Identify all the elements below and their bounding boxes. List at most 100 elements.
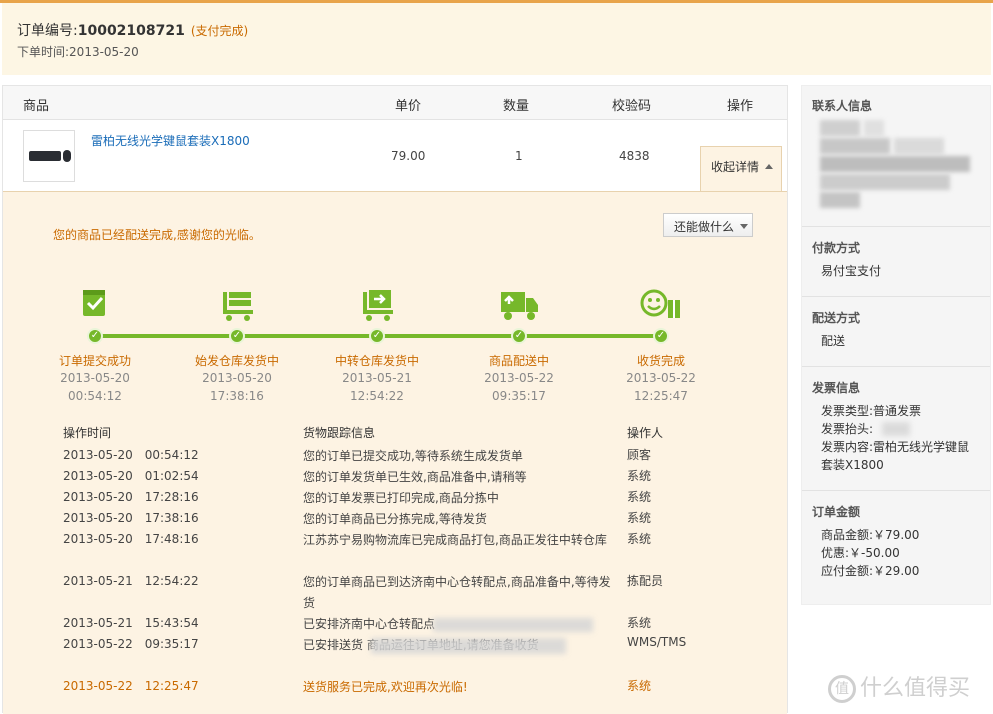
- table-header: 商品 单价 数量 校验码 操作: [3, 86, 787, 120]
- step-order-submitted: ✓ 订单提交成功 2013-05-20 00:54:12: [35, 288, 155, 403]
- sidebar-divider: [802, 226, 990, 227]
- step-date: 2013-05-20: [202, 371, 272, 385]
- log-time: 2013-05-21 12:54:22: [63, 574, 199, 588]
- log-operator: WMS/TMS: [627, 635, 687, 649]
- step-label: 订单提交成功: [58, 354, 131, 368]
- product-row: 雷柏无线光学键鼠套装X1800 79.00 1 4838 收起详情: [3, 121, 787, 192]
- invoice-title: 发票信息: [812, 381, 861, 395]
- redacted-blur: [882, 422, 910, 436]
- order-number-value: 10002108721: [77, 23, 185, 39]
- step-received: ✓ 收货完成 2013-05-22 12:25:47: [601, 288, 721, 403]
- payment-title: 付款方式: [812, 241, 861, 255]
- product-code: 4838: [619, 149, 650, 163]
- redacted-blur: [371, 638, 566, 654]
- delivery-value: 配送: [821, 334, 846, 348]
- step-origin-warehouse: ✓ 始发仓库发货中 2013-05-20 17:38:16: [177, 288, 297, 403]
- step-date: 2013-05-21: [342, 371, 412, 385]
- delivery-title: 配送方式: [812, 311, 861, 325]
- transfer-cart-icon: [355, 288, 399, 322]
- header-product: 商品: [23, 99, 50, 114]
- redacted-blur: [433, 618, 593, 632]
- order-time-value: 2013-05-20: [69, 45, 139, 59]
- log-operator: 系统: [627, 616, 652, 630]
- product-qty: 1: [515, 149, 523, 163]
- log-time: 2013-05-20 17:38:16: [63, 511, 199, 525]
- more-actions-dropdown[interactable]: 还能做什么: [663, 213, 753, 237]
- log-operator: 拣配员: [627, 574, 664, 588]
- caret-up-icon: [765, 164, 774, 169]
- step-time: 12:25:47: [634, 389, 688, 403]
- step-transfer-warehouse: ✓ 中转仓库发货中 2013-05-21 12:54:22: [317, 288, 437, 403]
- header-price: 单价: [395, 99, 422, 114]
- log-time: 2013-05-22 09:35:17: [63, 637, 199, 651]
- payment-value: 易付宝支付: [821, 264, 882, 278]
- log-info: 送货服务已完成,欢迎再次光临!: [303, 680, 468, 694]
- product-price: 79.00: [391, 149, 426, 163]
- keyboard-image: [29, 151, 61, 161]
- amount-title: 订单金额: [812, 505, 861, 519]
- truck-icon: [497, 288, 541, 322]
- sidebar-divider: [802, 490, 990, 491]
- log-time: 2013-05-20 17:28:16: [63, 490, 199, 504]
- order-number-label: 订单编号:: [17, 23, 78, 39]
- log-operator: 系统: [627, 679, 652, 693]
- product-thumbnail[interactable]: [23, 130, 75, 182]
- step-label: 中转仓库发货中: [334, 354, 419, 368]
- log-time: 2013-05-20 17:48:16: [63, 532, 199, 546]
- invoice-head: 发票抬头:: [821, 422, 874, 436]
- contact-title: 联系人信息: [812, 99, 873, 113]
- step-time: 17:38:16: [210, 389, 264, 403]
- sidebar-divider: [802, 366, 990, 367]
- step-date: 2013-05-20: [60, 371, 130, 385]
- order-status: (支付完成): [190, 24, 249, 38]
- header-code: 校验码: [612, 99, 652, 114]
- log-operator: 系统: [627, 532, 652, 546]
- check-icon: ✓: [653, 328, 669, 344]
- step-time: 12:54:22: [350, 389, 404, 403]
- log-operator: 系统: [627, 469, 652, 483]
- check-icon: ✓: [87, 328, 103, 344]
- watermark-text: 什么值得买: [860, 676, 971, 701]
- order-icon: [73, 288, 117, 322]
- delivered-message: 您的商品已经配送完成,感谢您的光临。: [53, 228, 261, 242]
- check-icon: ✓: [511, 328, 527, 344]
- header-qty: 数量: [503, 99, 530, 114]
- log-info: 您的订单发票已打印完成,商品分拣中: [303, 491, 499, 505]
- goods-amount: 商品金额:￥79.00: [821, 528, 920, 542]
- order-time: 下单时间:2013-05-20: [17, 43, 139, 60]
- invoice-content-line2: 套装X1800: [821, 458, 884, 472]
- mouse-image: [63, 150, 71, 162]
- log-info: 您的订单已提交成功,等待系统生成发货单: [303, 449, 523, 463]
- log-info: 您的订单商品已分拣完成,等待发货: [303, 512, 487, 526]
- warehouse-cart-icon: [215, 288, 259, 322]
- watermark-logo-icon: 值: [828, 675, 856, 703]
- log-time: 2013-05-21 15:43:54: [63, 616, 199, 630]
- discount-amount: 优惠:￥-50.00: [821, 546, 900, 560]
- log-header-time: 操作时间: [63, 426, 112, 440]
- check-icon: ✓: [229, 328, 245, 344]
- order-number: 订单编号:10002108721 (支付完成): [17, 20, 248, 40]
- log-operator: 系统: [627, 511, 652, 525]
- step-label: 商品配送中: [488, 354, 549, 368]
- smile-gift-icon: [639, 288, 683, 322]
- watermark: 值什么值得买: [828, 670, 970, 703]
- log-info: 江苏苏宁易购物流库已完成商品打包,商品正发往中转仓库: [303, 533, 607, 547]
- log-operator: 系统: [627, 490, 652, 504]
- collapse-details-button[interactable]: 收起详情: [700, 146, 782, 192]
- log-time: 2013-05-22 12:25:47: [63, 679, 199, 693]
- order-sidebar: 联系人信息 付款方式 易付宝支付 配送方式 配送 发票信息 发票类型:普通发票 …: [801, 85, 991, 605]
- log-info: 您的订单商品已到达济南中心仓转配点,商品准备中,等待发货: [303, 575, 611, 610]
- chevron-down-icon: [740, 224, 749, 229]
- check-icon: ✓: [369, 328, 385, 344]
- order-time-label: 下单时间:: [17, 45, 70, 59]
- redacted-contact-info: [820, 120, 970, 210]
- order-main-panel: 商品 单价 数量 校验码 操作 雷柏无线光学键鼠套装X1800 79.00 1 …: [2, 85, 788, 714]
- product-name-link[interactable]: 雷柏无线光学键鼠套装X1800: [91, 132, 250, 149]
- collapse-details-label: 收起详情: [711, 160, 760, 174]
- step-label: 收货完成: [636, 354, 685, 368]
- log-info: 您的订单发货单已生效,商品准备中,请稍等: [303, 470, 527, 484]
- log-header-info: 货物跟踪信息: [303, 426, 376, 440]
- sidebar-divider: [802, 296, 990, 297]
- log-header-operator: 操作人: [627, 426, 664, 440]
- header-action: 操作: [727, 99, 754, 114]
